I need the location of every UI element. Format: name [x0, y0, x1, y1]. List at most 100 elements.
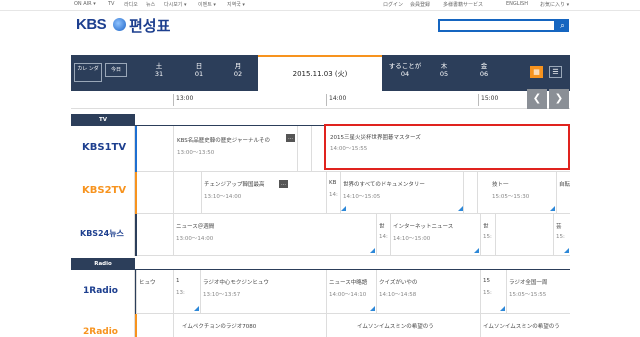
date-day[interactable]: 31	[152, 70, 166, 78]
program-cell[interactable]: ラジオ中心モクジンヒュウ 13:10～13:57	[200, 270, 326, 314]
time-tick: 14:00	[329, 95, 347, 102]
program-cell[interactable]: イムソンイムスミンの希望のう	[480, 314, 570, 337]
more-corner-icon	[458, 206, 463, 211]
program-cell[interactable]: チェンジアップ韓国最高 13:10～14:00	[201, 172, 326, 214]
nav-news[interactable]: 뉴스	[146, 1, 155, 8]
kbs-logo[interactable]: KBS	[76, 16, 107, 33]
search-input[interactable]	[438, 19, 556, 32]
channel-color-bar	[135, 172, 137, 214]
program-cell[interactable]	[495, 214, 553, 256]
more-corner-icon	[341, 206, 346, 211]
program-cell[interactable]: イムソンイムスミンの希望のう	[326, 314, 480, 337]
program-cell[interactable]: ヒュウ	[136, 270, 173, 314]
date-day[interactable]: 02	[231, 70, 245, 78]
program-cell[interactable]	[297, 126, 311, 172]
channel-cell-1radio[interactable]: 1Radio	[71, 270, 135, 314]
program-time: 14:	[329, 192, 338, 198]
list-view-icon[interactable]: ☰	[549, 66, 562, 78]
program-cell[interactable]: 自転	[556, 172, 570, 214]
login-link[interactable]: ログイン	[383, 1, 403, 8]
program-title: KBS名品歴史韓の歴史ジャーナルその	[177, 138, 271, 144]
program-cell[interactable]: 世 15:	[480, 214, 495, 256]
calendar-label: カレ ンダ	[77, 66, 99, 72]
date-dow[interactable]: 月	[231, 60, 245, 70]
grid-view-icon[interactable]: ▦	[530, 66, 543, 78]
section-tv: TV	[71, 114, 135, 126]
services-link[interactable]: 多様書籍サービス	[443, 1, 483, 8]
program-cell[interactable]: ニュース＠週間 13:00～14:00	[173, 214, 326, 256]
signup-link[interactable]: 会員登録	[410, 1, 430, 8]
program-title: イムソンイムスミンの希望のう	[357, 324, 434, 330]
program-time: 15:	[483, 290, 492, 296]
program-cell[interactable]	[463, 172, 477, 214]
nav-replay[interactable]: 다시보기 ▾	[164, 1, 187, 8]
program-title: ヒュウ	[139, 280, 156, 286]
date-dow[interactable]: 日	[192, 60, 206, 70]
program-cell[interactable]: 世 14:	[376, 214, 390, 256]
program-cell[interactable]: 技ト一 15:05～15:30	[477, 172, 556, 214]
info-tag-icon[interactable]: …	[286, 134, 295, 142]
program-cell[interactable]: 世界のすべてのドキュメンタリー 14:10～15:05	[340, 172, 463, 214]
info-tag-icon[interactable]: …	[279, 180, 288, 188]
calendar-button[interactable]: カレ ンダ	[74, 63, 102, 82]
program-time: 13:10～13:57	[203, 292, 241, 298]
kbs2tv-logo: KBS2TV	[82, 185, 127, 196]
channel-cell-2radio[interactable]: 2Radio	[71, 314, 135, 337]
english-link[interactable]: ENGLISH	[506, 1, 528, 7]
page-title: 편성표	[129, 17, 171, 35]
date-dow[interactable]: 土	[152, 60, 166, 70]
program-cell[interactable]: インターネットニュース 14:10～15:00	[390, 214, 480, 256]
program-time: 15:05～15:55	[509, 292, 547, 298]
date-day[interactable]: 01	[192, 70, 206, 78]
program-time: 14:00～14:10	[329, 292, 367, 298]
prev-time-arrow-icon[interactable]: ❮	[527, 89, 547, 109]
selected-date[interactable]: 2015.11.03 (火)	[258, 55, 382, 91]
favorites-link[interactable]: お気に入り ▾	[540, 1, 569, 8]
program-title: 芸	[556, 224, 562, 230]
nav-on-air[interactable]: ON AIR ▾	[74, 1, 96, 7]
program-title: ラジオ全国一周	[509, 280, 548, 286]
date-dow[interactable]: することが	[385, 60, 425, 70]
program-title: 技ト一	[492, 182, 509, 188]
date-day[interactable]: 05	[437, 70, 451, 78]
kbs24-logo: KBS24뉴스	[80, 229, 124, 238]
program-cell-highlighted[interactable]: 2015三星火災杯世界囲碁マスターズ 14:00～15:55	[324, 124, 570, 170]
program-title: イムソンイムスミンの希望のう	[483, 324, 560, 330]
program-time: 15:05～15:30	[492, 194, 530, 200]
channel-cell-kbs24[interactable]: KBS24뉴스	[71, 214, 135, 256]
program-cell[interactable]: イムペクチョンのラジオ7080	[173, 314, 326, 337]
nav-regional[interactable]: 지역국 ▾	[227, 1, 245, 8]
program-cell[interactable]	[173, 172, 201, 214]
date-dow[interactable]: 木	[437, 60, 451, 70]
nav-tv[interactable]: TV	[108, 1, 114, 7]
program-cell[interactable]: ニュース中略語 14:00～14:10	[326, 270, 376, 314]
program-cell[interactable]: KB 14:	[326, 172, 340, 214]
more-corner-icon	[194, 306, 199, 311]
date-day[interactable]: 04	[398, 70, 412, 78]
channel-cell-kbs2tv[interactable]: KBS2TV	[71, 172, 135, 214]
program-title: クイズがいやの	[379, 280, 418, 286]
program-cell[interactable]: クイズがいやの 14:10～14:58	[376, 270, 480, 314]
program-time: 15:	[483, 234, 492, 240]
date-dow[interactable]: 金	[477, 60, 491, 70]
program-time: 15:	[556, 234, 565, 240]
channel-cell-kbs1tv[interactable]: KBS1TV	[71, 126, 135, 172]
more-corner-icon	[474, 248, 479, 253]
program-time: 14:	[379, 234, 388, 240]
1radio-logo: 1Radio	[83, 286, 118, 296]
nav-radio[interactable]: 라디오	[124, 1, 138, 8]
nav-event[interactable]: 이벤트 ▾	[198, 1, 216, 8]
program-cell[interactable]: ラジオ全国一周 15:05～15:55	[506, 270, 570, 314]
search-icon[interactable]: ⌕	[556, 19, 569, 32]
program-title: ニュース＠週間	[176, 224, 215, 230]
program-cell[interactable]	[311, 126, 324, 172]
next-time-arrow-icon[interactable]: ❯	[549, 89, 569, 109]
more-corner-icon	[564, 248, 569, 253]
program-title: 15	[483, 278, 490, 284]
program-time: 14:10～14:58	[379, 292, 417, 298]
2radio-logo: 2Radio	[83, 327, 118, 337]
program-title: インターネットニュース	[393, 224, 454, 230]
today-button[interactable]: 今日	[105, 63, 127, 77]
date-day[interactable]: 06	[477, 70, 491, 78]
channel-color-bar	[135, 126, 137, 172]
